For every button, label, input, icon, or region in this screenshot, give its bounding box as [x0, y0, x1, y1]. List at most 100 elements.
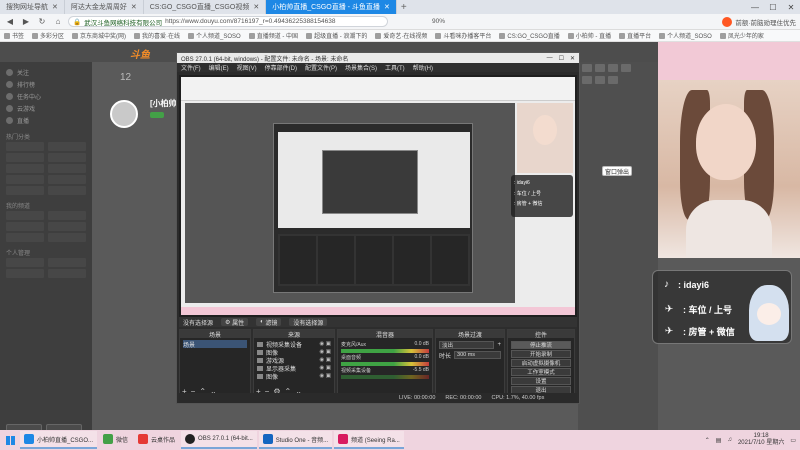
- tab-4-active[interactable]: 小柏帅直播_CSGO直播 - 斗鱼直播 ✕: [266, 0, 397, 14]
- bookmark-item[interactable]: 京东商城中奖(网): [72, 31, 126, 40]
- category-link[interactable]: [6, 258, 44, 267]
- category-link[interactable]: [6, 233, 44, 242]
- volume-meter[interactable]: [341, 362, 429, 366]
- menu-file[interactable]: 文件(F): [181, 63, 201, 72]
- add-icon[interactable]: +: [497, 342, 501, 348]
- category-link[interactable]: [48, 164, 86, 173]
- avatar[interactable]: [110, 100, 138, 128]
- bookmark-item[interactable]: 书签: [4, 31, 24, 40]
- menu-profile[interactable]: 配置文件(P): [305, 63, 337, 72]
- menu-edit[interactable]: 编辑(E): [209, 63, 229, 72]
- volume-icon[interactable]: ♫: [727, 437, 732, 443]
- virtual-camera-button[interactable]: 启动虚拟摄像机: [511, 359, 571, 367]
- stop-streaming-button[interactable]: 停止推流: [511, 341, 571, 349]
- sidebar-item-cloud-game[interactable]: 云游戏: [6, 102, 86, 114]
- clock[interactable]: 19:18 2021/7/10 星期六: [738, 433, 784, 447]
- eye-icon[interactable]: ◉ ▣: [319, 341, 331, 347]
- category-link[interactable]: [6, 175, 44, 184]
- close-icon[interactable]: ✕: [52, 3, 58, 11]
- scene-item[interactable]: 场景: [183, 340, 247, 349]
- category-link[interactable]: [48, 175, 86, 184]
- zoom-level[interactable]: 90%: [432, 18, 445, 25]
- taskbar-item-browser[interactable]: 小柏帅直播_CSGO...: [20, 431, 98, 449]
- bookmark-item[interactable]: 超级直播 - 浪潮下的: [306, 31, 367, 40]
- close-icon[interactable]: ✕: [131, 3, 137, 11]
- category-link[interactable]: [6, 269, 44, 278]
- category-link[interactable]: [48, 258, 86, 267]
- eye-icon[interactable]: ◉ ▣: [319, 365, 331, 371]
- menu-docks[interactable]: 停靠部件(D): [265, 63, 297, 72]
- close-button[interactable]: ✕: [782, 0, 800, 14]
- sidebar-item-follow[interactable]: 关注: [6, 66, 86, 78]
- category-link[interactable]: [48, 186, 86, 195]
- menu-view[interactable]: 视图(V): [237, 63, 257, 72]
- tab-3[interactable]: CS:GO_CSGO直播_CSGO视频 ✕: [144, 0, 267, 14]
- bookmark-item[interactable]: 小柏帅 - 直播: [567, 31, 611, 40]
- minimize-button[interactable]: —: [746, 0, 764, 14]
- streamer-name[interactable]: [小柏帅: [150, 98, 177, 109]
- bookmark-item[interactable]: 个人频道_SOSO: [188, 31, 241, 40]
- bookmark-item[interactable]: 爱奇艺·在线视频: [375, 31, 427, 40]
- menu-help[interactable]: 帮助(H): [413, 63, 433, 72]
- taskbar-item-obs[interactable]: OBS 27.0.1 (64-bit...: [181, 431, 257, 449]
- category-link[interactable]: [48, 222, 86, 231]
- eye-icon[interactable]: ◉ ▣: [319, 349, 331, 355]
- category-link[interactable]: [6, 222, 44, 231]
- eye-icon[interactable]: ◉ ▣: [319, 373, 331, 379]
- bookmark-item[interactable]: CS:GO_CSGO直播: [499, 31, 560, 40]
- tab-2[interactable]: 阿达大金龙周周好 ✕: [65, 0, 144, 14]
- site-logo[interactable]: 斗鱼: [130, 46, 150, 61]
- home-icon[interactable]: ⌂: [52, 16, 64, 28]
- close-icon[interactable]: ✕: [253, 3, 259, 11]
- recommend-search[interactable]: 前额·前脑勋理住优先: [722, 16, 796, 27]
- taskbar-item-studio-one[interactable]: Studio One - 音频...: [258, 431, 333, 449]
- transition-select[interactable]: 淡出: [439, 341, 495, 349]
- forward-icon[interactable]: ▶: [20, 16, 32, 28]
- gift-icon[interactable]: [582, 76, 592, 84]
- category-link[interactable]: [6, 142, 44, 151]
- category-link[interactable]: [6, 164, 44, 173]
- category-link[interactable]: [6, 211, 44, 220]
- category-link[interactable]: [48, 153, 86, 162]
- bookmark-item[interactable]: 直播平台: [619, 31, 651, 40]
- category-link[interactable]: [48, 233, 86, 242]
- menu-scene-collection[interactable]: 场景集合(S): [345, 63, 377, 72]
- eye-icon[interactable]: ◉ ▣: [319, 357, 331, 363]
- close-button[interactable]: ✕: [570, 55, 575, 62]
- gift-icon[interactable]: [582, 64, 592, 72]
- duration-input[interactable]: 300 ms: [454, 351, 501, 359]
- volume-meter[interactable]: [341, 375, 429, 379]
- windows-start-button[interactable]: [2, 432, 18, 448]
- bookmark-item[interactable]: 斗看咪办播客平台: [435, 31, 491, 40]
- sidebar-item-rank[interactable]: 排行榜: [6, 78, 86, 90]
- popup-window-button[interactable]: 窗口弹出: [602, 166, 632, 176]
- bookmark-item[interactable]: 直播频道 - 中国: [248, 31, 298, 40]
- maximize-button[interactable]: ☐: [559, 55, 564, 62]
- maximize-button[interactable]: ☐: [764, 0, 782, 14]
- volume-meter[interactable]: [341, 349, 429, 353]
- url-input[interactable]: 🔒 武汉斗鱼网络科技有限公司 https://www.douyu.com/871…: [68, 16, 388, 27]
- network-icon[interactable]: ▤: [716, 437, 722, 444]
- taskbar-item-works[interactable]: 云桌作品: [134, 431, 179, 449]
- gift-icon[interactable]: [608, 76, 618, 84]
- bookmark-item[interactable]: 个人频道_SOSO: [659, 31, 712, 40]
- back-icon[interactable]: ◀: [4, 16, 16, 28]
- gift-icon[interactable]: [608, 64, 618, 72]
- tray-chevron-icon[interactable]: ⌃: [705, 437, 710, 444]
- filters-button[interactable]: ◐ 滤镜: [256, 318, 282, 327]
- category-link[interactable]: [6, 153, 44, 162]
- sidebar-item-tasks[interactable]: 任务中心: [6, 90, 86, 102]
- category-link[interactable]: [6, 186, 44, 195]
- category-link[interactable]: [48, 211, 86, 220]
- minimize-button[interactable]: —: [547, 55, 553, 62]
- close-icon[interactable]: ✕: [384, 3, 390, 11]
- new-tab-button[interactable]: +: [397, 0, 411, 14]
- bookmark-item[interactable]: 凤光少年的家: [719, 31, 764, 40]
- taskbar-item-wechat[interactable]: 微信: [99, 431, 132, 449]
- bookmark-item[interactable]: 多彩分区: [32, 31, 64, 40]
- taskbar-item-music[interactable]: 频道 (Seeing Ra...: [334, 431, 404, 449]
- sidebar-item-live[interactable]: 直播: [6, 114, 86, 126]
- properties-button[interactable]: ⚙ 属性: [221, 318, 249, 327]
- studio-mode-button[interactable]: 工作室模式: [511, 368, 571, 376]
- settings-button[interactable]: 设置: [511, 377, 571, 385]
